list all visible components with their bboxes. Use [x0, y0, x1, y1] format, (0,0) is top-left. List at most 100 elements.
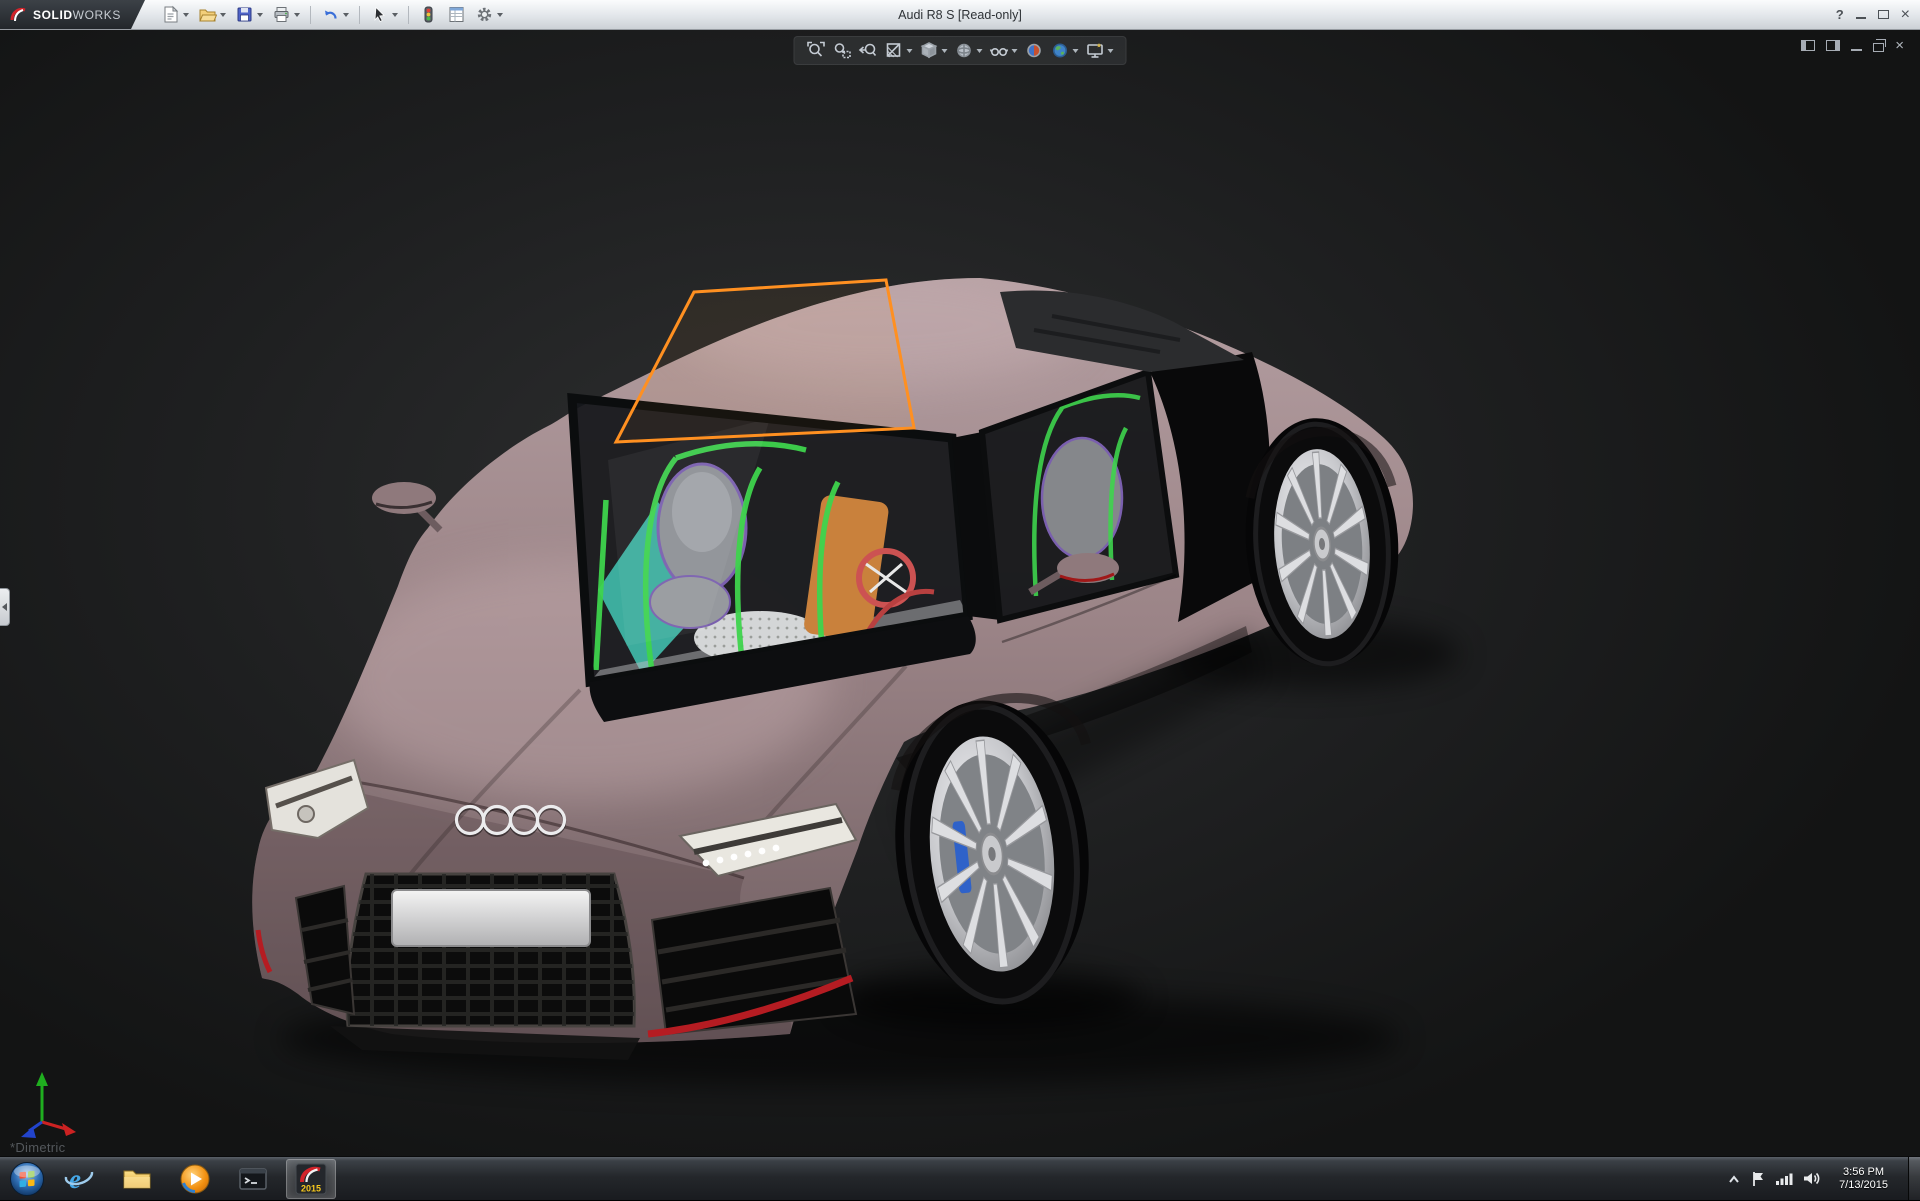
file-explorer-button[interactable]	[112, 1159, 162, 1199]
view-settings-button[interactable]	[1084, 40, 1116, 61]
apply-scene-button[interactable]	[1049, 40, 1081, 61]
clock-time: 3:56 PM	[1839, 1166, 1888, 1179]
previous-view-button[interactable]	[857, 40, 880, 61]
undo-button[interactable]	[317, 2, 353, 27]
chevron-down-icon[interactable]	[183, 13, 189, 17]
orientation-triad[interactable]	[12, 1060, 92, 1140]
select-cursor-icon	[370, 5, 389, 24]
chevron-down-icon[interactable]	[1012, 49, 1018, 53]
apply-scene-globe-icon	[1051, 41, 1070, 60]
open-button[interactable]	[194, 2, 230, 27]
taskbar-clock[interactable]: 3:56 PM 7/13/2015	[1831, 1166, 1896, 1192]
chevron-down-icon[interactable]	[1073, 49, 1079, 53]
command-prompt-icon	[237, 1163, 269, 1195]
view-settings-icon	[1086, 41, 1105, 60]
chevron-down-icon[interactable]	[1108, 49, 1114, 53]
new-document-button[interactable]	[157, 2, 193, 27]
media-player-button[interactable]	[170, 1159, 220, 1199]
roof-selection-outline[interactable]	[616, 280, 914, 442]
taskbar-pinned-items: e	[54, 1159, 336, 1199]
zoom-to-fit-button[interactable]	[805, 40, 828, 61]
save-icon	[235, 5, 254, 24]
hide-show-items-button[interactable]	[988, 40, 1020, 61]
close-button[interactable]: ×	[1901, 7, 1910, 23]
chevron-down-icon[interactable]	[497, 13, 503, 17]
show-desktop-button[interactable]	[1908, 1157, 1920, 1200]
y-axis-arrow	[36, 1072, 48, 1122]
chevron-down-icon[interactable]	[392, 13, 398, 17]
toolbar-separator	[310, 6, 311, 24]
toolbar-separator	[408, 6, 409, 24]
rebuild-traffic-light-icon	[419, 5, 438, 24]
chevron-down-icon[interactable]	[343, 13, 349, 17]
show-hidden-icons-button[interactable]	[1727, 1173, 1741, 1185]
print-button[interactable]	[268, 2, 304, 27]
system-tray: 3:56 PM 7/13/2015	[1727, 1157, 1920, 1200]
action-center-flag-icon[interactable]	[1751, 1171, 1765, 1187]
windows-taskbar: e	[0, 1156, 1920, 1200]
solidworks-app-icon: 2015	[294, 1162, 328, 1196]
car-model-render	[0, 30, 1920, 1156]
file-properties-icon	[447, 5, 466, 24]
view-orientation-label: *Dimetric	[10, 1140, 65, 1155]
chevron-down-icon[interactable]	[220, 13, 226, 17]
previous-view-icon	[859, 41, 878, 60]
undo-icon	[321, 5, 340, 24]
x-axis-arrow	[42, 1122, 76, 1136]
save-button[interactable]	[231, 2, 267, 27]
chevron-down-icon[interactable]	[294, 13, 300, 17]
help-button[interactable]: ?	[1836, 7, 1844, 22]
select-button[interactable]	[366, 2, 402, 27]
view-orientation-cube-icon	[920, 41, 939, 60]
solidworks-taskbar-button[interactable]: 2015	[286, 1159, 336, 1199]
solidworks-logo: SOLIDWORKS	[0, 0, 145, 29]
zoom-to-area-icon	[833, 41, 852, 60]
edit-appearance-button[interactable]	[1023, 40, 1046, 61]
license-plate[interactable]	[392, 890, 590, 946]
network-icon[interactable]	[1775, 1172, 1793, 1186]
command-prompt-button[interactable]	[228, 1159, 278, 1199]
chevron-down-icon[interactable]	[257, 13, 263, 17]
zoom-to-area-button[interactable]	[831, 40, 854, 61]
section-view-button[interactable]	[883, 40, 915, 61]
display-pane-left-icon[interactable]	[1801, 40, 1815, 51]
minimize-button[interactable]	[1856, 17, 1866, 19]
window-controls: ? ×	[1836, 7, 1920, 23]
chevron-down-icon[interactable]	[977, 49, 983, 53]
graphics-area[interactable]: × *Dimetric	[0, 30, 1920, 1156]
featuremanager-collapse-tab[interactable]	[0, 588, 10, 626]
windows-start-orb-icon	[9, 1161, 45, 1197]
svg-text:e: e	[69, 1164, 81, 1194]
maximize-button[interactable]	[1878, 10, 1889, 19]
main-toolbar	[157, 2, 507, 27]
toolbar-separator	[359, 6, 360, 24]
document-minimize-button[interactable]	[1851, 49, 1862, 51]
app-titlebar: SOLIDWORKS	[0, 0, 1920, 30]
chevron-down-icon[interactable]	[942, 49, 948, 53]
edit-appearance-icon	[1025, 41, 1044, 60]
brand-text: SOLIDWORKS	[33, 8, 121, 22]
display-style-button[interactable]	[953, 40, 985, 61]
volume-icon[interactable]	[1803, 1171, 1821, 1186]
document-close-button[interactable]: ×	[1895, 38, 1904, 53]
view-orientation-button[interactable]	[918, 40, 950, 61]
rebuild-button[interactable]	[415, 2, 442, 27]
left-mirror[interactable]	[372, 482, 440, 530]
open-folder-icon	[198, 5, 217, 24]
z-axis-arrow	[21, 1122, 42, 1138]
internet-explorer-icon: e	[63, 1163, 95, 1195]
display-pane-right-icon[interactable]	[1826, 40, 1840, 51]
media-player-icon	[179, 1163, 211, 1195]
new-document-icon	[161, 5, 180, 24]
print-icon	[272, 5, 291, 24]
display-style-icon	[955, 41, 974, 60]
document-window-controls: ×	[1801, 38, 1904, 53]
document-restore-button[interactable]	[1873, 43, 1884, 52]
options-button[interactable]	[471, 2, 507, 27]
folder-icon	[121, 1163, 153, 1195]
chevron-down-icon[interactable]	[907, 49, 913, 53]
start-button[interactable]	[0, 1157, 54, 1201]
internet-explorer-button[interactable]: e	[54, 1159, 104, 1199]
file-properties-button[interactable]	[443, 2, 470, 27]
clock-date: 7/13/2015	[1839, 1179, 1888, 1192]
